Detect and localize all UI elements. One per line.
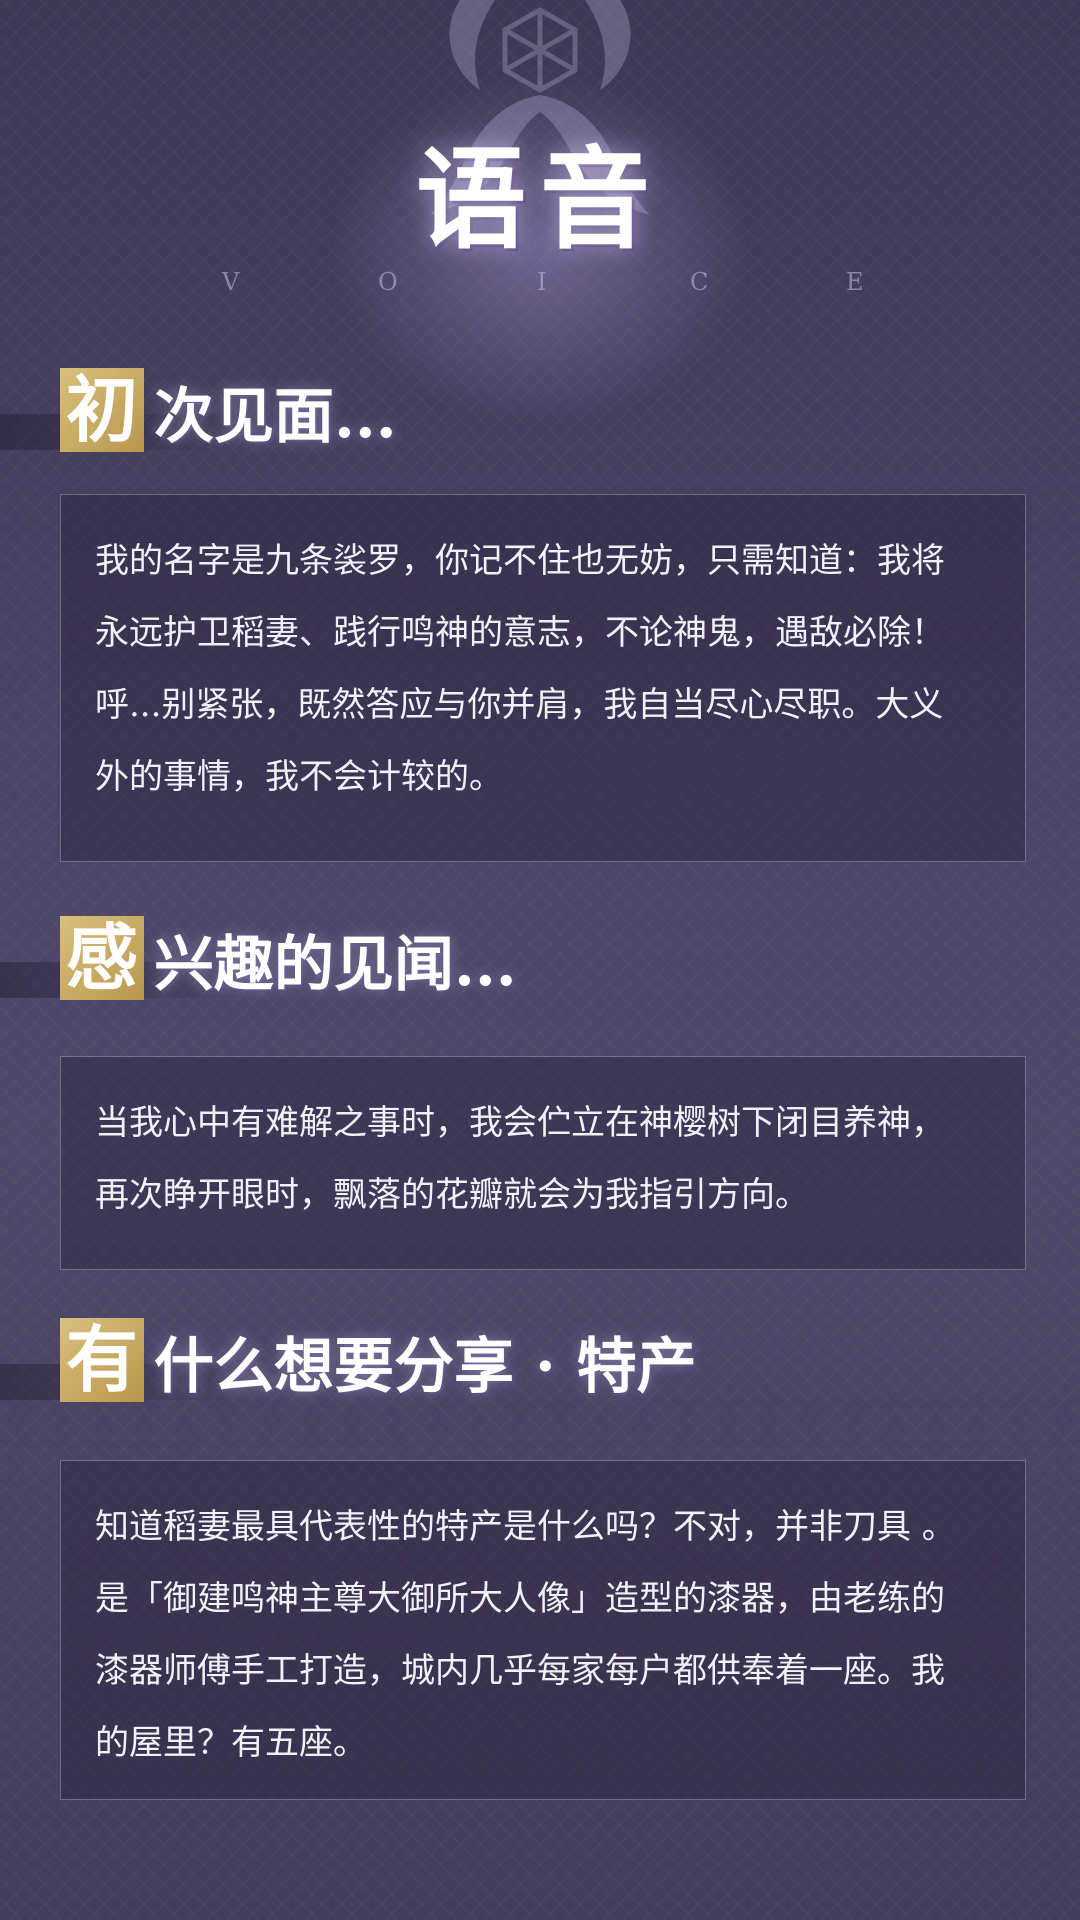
voice-card: 知道稻妻最具代表性的特产是什么吗？不对，并非刀具 。 是「御建鸣神主尊大御所大人… bbox=[60, 1460, 1026, 1800]
voice-section-sharing-specialty: 有 什么想要分享 · 特产 知道稻妻最具代表性的特产是什么吗？不对，并非刀具 。… bbox=[0, 1318, 1080, 1800]
page-title: 语音 bbox=[416, 135, 664, 264]
voice-line: 外的事情，我不会计较的。 bbox=[95, 757, 503, 797]
subtitle-letter: V bbox=[222, 268, 240, 296]
heading-text: 兴趣的见闻... bbox=[154, 930, 517, 1000]
heading-first-char-badge: 感 bbox=[60, 916, 144, 1000]
subtitle-letter: O bbox=[378, 268, 398, 296]
section-heading: 感 兴趣的见闻... bbox=[0, 916, 1080, 1002]
voice-line: 当我心中有难解之事时，我会伫立在神樱树下闭目养神， bbox=[95, 1103, 945, 1143]
heading-text: 什么想要分享 · 特产 bbox=[154, 1332, 697, 1402]
voice-section-interesting-things: 感 兴趣的见闻... 当我心中有难解之事时，我会伫立在神樱树下闭目养神， 再次睁… bbox=[0, 916, 1080, 1270]
voice-card: 当我心中有难解之事时，我会伫立在神樱树下闭目养神， 再次睁开眼时，飘落的花瓣就会… bbox=[60, 1056, 1026, 1270]
subtitle-letter: C bbox=[690, 268, 709, 296]
heading-text: 次见面... bbox=[154, 382, 397, 452]
heading-first-char-badge: 初 bbox=[60, 368, 144, 452]
voice-line: 呼...别紧张，既然答应与你并肩，我自当尽心尽职。大义 bbox=[95, 685, 944, 725]
subtitle-letter: I bbox=[537, 268, 547, 296]
section-heading: 初 次见面... bbox=[0, 368, 1080, 454]
voice-line: 知道稻妻最具代表性的特产是什么吗？不对，并非刀具 。 bbox=[95, 1507, 956, 1547]
voice-line: 永远护卫稻妻、践行鸣神的意志，不论神鬼，遇敌必除！ bbox=[95, 613, 945, 653]
voice-card: 我的名字是九条裟罗，你记不住也无妨，只需知道：我将 永远护卫稻妻、践行鸣神的意志… bbox=[60, 494, 1026, 862]
voice-line: 我的名字是九条裟罗，你记不住也无妨，只需知道：我将 bbox=[95, 541, 945, 581]
voice-line: 漆器师傅手工打造，城内几乎每家每户都供奉着一座。我 bbox=[95, 1651, 945, 1691]
subtitle-letter: E bbox=[846, 268, 864, 296]
page-subtitle: V O I C E bbox=[0, 268, 1080, 308]
voice-line: 再次睁开眼时，飘落的花瓣就会为我指引方向。 bbox=[95, 1175, 809, 1215]
voice-line: 是「御建鸣神主尊大御所大人像」造型的漆器，由老练的 bbox=[95, 1579, 945, 1619]
heading-first-char-badge: 有 bbox=[60, 1318, 144, 1402]
voice-line: 的屋里？有五座。 bbox=[95, 1723, 367, 1763]
section-heading: 有 什么想要分享 · 特产 bbox=[0, 1318, 1080, 1404]
voice-section-first-meeting: 初 次见面... 我的名字是九条裟罗，你记不住也无妨，只需知道：我将 永远护卫稻… bbox=[0, 368, 1080, 862]
